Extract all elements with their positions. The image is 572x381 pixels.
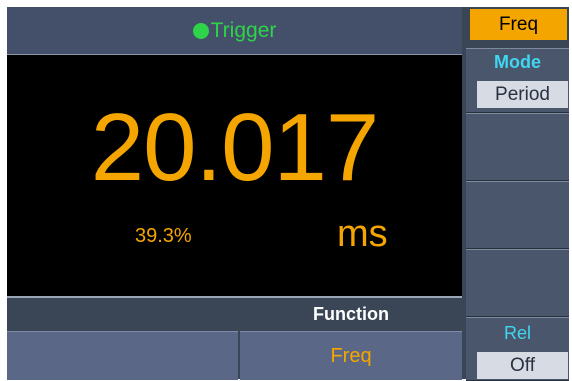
trigger-label: Trigger <box>210 18 277 42</box>
function-key-left[interactable] <box>7 331 238 380</box>
measurement-value: 20.017 <box>90 94 380 201</box>
function-key-freq[interactable]: Freq <box>240 331 462 380</box>
trigger-status-bar: Trigger <box>7 7 462 55</box>
softkey-3[interactable] <box>466 181 569 249</box>
measurement-display: 20.017 39.3% ms <box>7 55 462 296</box>
measurement-percent: 39.3% <box>135 225 192 247</box>
measurement-unit: ms <box>337 213 388 255</box>
softkey-2[interactable] <box>466 113 569 181</box>
softkey-4[interactable] <box>466 249 569 317</box>
trigger-indicator-icon <box>192 22 209 39</box>
mode-value[interactable]: Period <box>477 81 568 108</box>
softkey-freq-title[interactable]: Freq <box>470 9 567 40</box>
rel-value[interactable]: Off <box>477 352 568 379</box>
function-header: Function <box>313 304 389 324</box>
display-divider <box>7 296 462 298</box>
rel-label: Rel <box>503 323 531 343</box>
mode-label: Mode <box>494 52 541 72</box>
